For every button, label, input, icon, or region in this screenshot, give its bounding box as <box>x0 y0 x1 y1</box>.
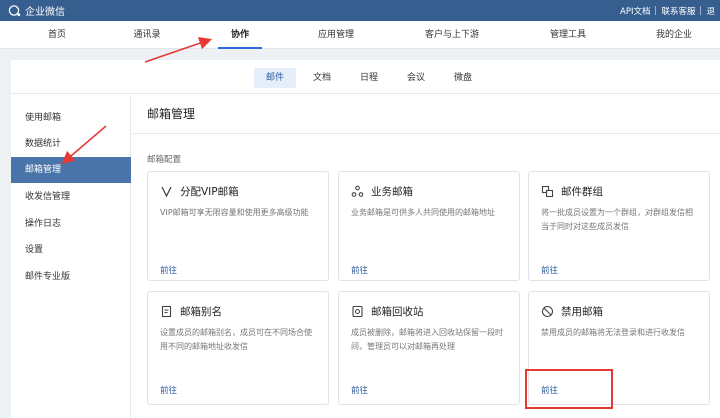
card-title: 业务邮箱 <box>371 186 413 198</box>
card-business-mailbox: 业务邮箱 业务邮箱是可供多人共同使用的邮箱地址 前往 <box>338 171 520 281</box>
nav-my-enterprise[interactable]: 我的企业 <box>634 21 714 49</box>
annotation-highlight-box <box>525 369 613 409</box>
goto-business-mailbox-link[interactable]: 前往 <box>351 264 368 276</box>
sidebar-item-statistics[interactable]: 数据统计 <box>11 131 131 157</box>
card-title: 禁用邮箱 <box>561 306 603 318</box>
card-vip-mailbox: 分配VIP邮箱 VIP邮箱可享无限容量和使用更多高级功能 前往 <box>147 171 329 281</box>
goto-vip-mailbox-link[interactable]: 前往 <box>160 264 177 276</box>
main-nav: 首页 通讯录 协作 应用管理 客户与上下游 管理工具 我的企业 <box>0 21 720 49</box>
tab-mail[interactable]: 邮件 <box>254 68 297 88</box>
top-links: API文档 联系客服 退 <box>615 0 720 21</box>
page-title: 邮箱管理 <box>147 107 196 121</box>
sidebar-item-settings[interactable]: 设置 <box>11 237 131 263</box>
disable-icon <box>541 305 554 318</box>
sidebar-item-send-receive[interactable]: 收发信管理 <box>11 184 131 210</box>
nav-home[interactable]: 首页 <box>17 21 97 49</box>
goto-mailbox-recycle-link[interactable]: 前往 <box>351 384 368 396</box>
main-panel: 邮箱管理 邮箱配置 分配VIP邮箱 VIP邮箱可享无限容量和使用更多高级功能 前… <box>132 95 720 418</box>
card-title: 分配VIP邮箱 <box>180 186 239 198</box>
group-icon <box>541 185 554 198</box>
sidebar-item-mailbox-management[interactable]: 邮箱管理 <box>11 157 131 183</box>
card-title: 邮件群组 <box>561 186 603 198</box>
logo-text: 企业微信 <box>25 7 65 18</box>
sidebar-item-operation-log[interactable]: 操作日志 <box>11 211 131 237</box>
v-icon <box>161 186 172 198</box>
card-description: 设置成员的邮箱别名，成员可在不同场合使用不同的邮箱地址收发信 <box>160 328 312 351</box>
content-container: 邮件 文档 日程 会议 微盘 使用邮箱 数据统计 邮箱管理 收发信管理 操作日志… <box>11 60 720 418</box>
nav-customers[interactable]: 客户与上下游 <box>412 21 492 49</box>
goto-mail-group-link[interactable]: 前往 <box>541 264 558 276</box>
divider <box>132 133 720 134</box>
nav-collaboration[interactable]: 协作 <box>200 21 280 49</box>
alias-icon <box>161 305 172 318</box>
nav-app-management[interactable]: 应用管理 <box>296 21 376 49</box>
sidebar-item-use-mailbox[interactable]: 使用邮箱 <box>11 105 131 131</box>
card-mailbox-alias: 邮箱别名 设置成员的邮箱别名，成员可在不同场合使用不同的邮箱地址收发信 前往 <box>147 291 329 405</box>
tab-docs[interactable]: 文档 <box>301 68 343 88</box>
card-title: 邮箱回收站 <box>371 306 424 318</box>
card-description: 成员被删除，邮箱将进入回收站保留一段时间，管理员可以对邮箱再处理 <box>351 328 503 351</box>
card-description: 业务邮箱是可供多人共同使用的邮箱地址 <box>351 208 495 217</box>
tab-calendar[interactable]: 日程 <box>348 68 390 88</box>
contact-support-link[interactable]: 联系客服 <box>656 5 700 17</box>
sidebar-item-pro-mail[interactable]: 邮件专业版 <box>11 264 131 290</box>
nav-management-tools[interactable]: 管理工具 <box>528 21 608 49</box>
nav-contacts[interactable]: 通讯录 <box>107 21 187 49</box>
tab-meeting[interactable]: 会议 <box>395 68 437 88</box>
logo[interactable]: 企业微信 <box>8 3 65 18</box>
top-bar: 企业微信 API文档 联系客服 退 <box>0 0 720 21</box>
sub-tabs: 邮件 文档 日程 会议 微盘 <box>11 60 720 94</box>
card-mailbox-recycle: 邮箱回收站 成员被删除，邮箱将进入回收站保留一段时间，管理员可以对邮箱再处理 前… <box>338 291 520 405</box>
card-description: 禁用成员的邮箱将无法登录和进行收发信 <box>541 328 685 337</box>
recycle-icon <box>352 305 363 318</box>
card-title: 邮箱别名 <box>180 306 222 318</box>
card-mail-group: 邮件群组 将一批成员设置为一个群组，对群组发信相当于同时对这些成员发信 前往 <box>528 171 710 281</box>
section-label: 邮箱配置 <box>147 155 182 165</box>
wecom-logo-icon <box>8 4 21 16</box>
card-description: 将一批成员设置为一个群组，对群组发信相当于同时对这些成员发信 <box>541 208 693 231</box>
card-description: VIP邮箱可享无限容量和使用更多高级功能 <box>160 208 309 217</box>
people-icon <box>351 185 364 197</box>
tab-drive[interactable]: 微盘 <box>442 68 484 88</box>
logout-link[interactable]: 退 <box>701 5 720 17</box>
sidebar: 使用邮箱 数据统计 邮箱管理 收发信管理 操作日志 设置 邮件专业版 <box>11 95 131 418</box>
goto-mailbox-alias-link[interactable]: 前往 <box>160 384 177 396</box>
api-docs-link[interactable]: API文档 <box>615 5 655 17</box>
